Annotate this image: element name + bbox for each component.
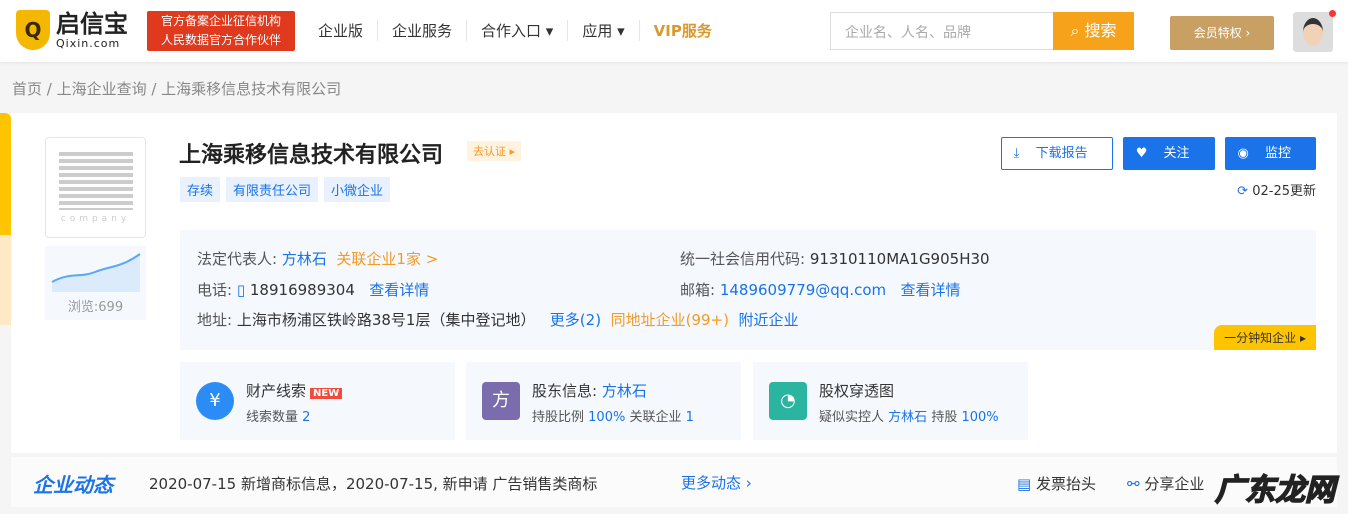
logo[interactable]: Q 启信宝 Qixin.com [16,10,128,50]
company-logo: company [45,137,146,238]
search-input[interactable]: 企业名、人名、品牌 [830,12,1054,50]
company-card: company 浏览:699 上海乘移信息技术有限公司 去认证 ▸ 存续 有限责… [11,113,1337,453]
basic-info: 法定代表人: 方林石 关联企业1家 > 统一社会信用代码: 91310110MA… [180,230,1316,350]
nav-partner[interactable]: 合作入口 ▾ [466,20,567,41]
email-detail-link[interactable]: 查看详情 [900,281,960,299]
nearby-link[interactable]: 附近企业 [739,311,799,329]
shareholder-card[interactable]: 方 股东信息: 方林石 持股比例 100% 关联企业 1 [466,362,741,440]
dynamics-title: 企业动态 [33,473,113,497]
trend-sparkline [51,253,141,292]
property-clues-card[interactable]: ¥ 财产线索 NEW 线索数量 2 [180,362,455,440]
nav-enterprise[interactable]: 企业版 [318,20,377,41]
phone-number: 18916989304 [249,281,355,299]
equity-chart-card[interactable]: ◔ 股权穿透图 疑似实控人 方林石 持股 100% [753,362,1028,440]
update-time[interactable]: ⟳ 02-25更新 [1237,180,1316,199]
same-address-link[interactable]: 同地址企业(99+) [611,311,729,329]
side-tab-2[interactable] [0,235,11,325]
building-icon [58,152,133,210]
share-button[interactable]: ⚯ 分享企业 [1127,473,1204,494]
nav-services[interactable]: 企业服务 [377,20,466,41]
phone-detail-link[interactable]: 查看详情 [369,281,429,299]
nav-vip[interactable]: VIP服务 [638,20,726,41]
download-report-button[interactable]: ⤓ 下载报告 [1000,137,1113,170]
latest-news[interactable]: 2020-07-15 新增商标信息，2020-07-15, 新申请 广告销售类商… [149,473,597,494]
logo-text: 启信宝 [56,9,128,38]
search-button[interactable]: ⌕ 搜索 [1053,12,1134,50]
type-tag: 有限责任公司 [226,177,319,202]
share-icon: ⚯ [1127,475,1140,493]
phone-icon: ▯ [236,281,246,299]
view-count: 浏览:699 [67,300,124,315]
receipt-icon: ▤ [1017,475,1032,493]
logo-domain: Qixin.com [56,36,121,50]
shield-logo-icon: Q [16,10,50,50]
credit-code: 91310110MA1G905H30 [809,250,990,268]
avatar[interactable] [1293,12,1333,52]
search-icon: ⌕ [1070,21,1085,40]
size-tag: 小微企业 [324,177,391,202]
pie-chart-icon: ◔ [769,382,807,420]
shareholder-icon: 方 [482,382,520,420]
monitor-button[interactable]: ◉ 监控 [1224,137,1316,170]
more-address-link[interactable]: 更多(2) [550,311,601,329]
official-badge: 官方备案企业征信机构 人民数据官方合作伙伴 [147,11,295,51]
address: 上海市杨浦区铁岭路38号1层（集中登记地） [236,311,536,329]
follow-button[interactable]: ♥ 关注 [1122,137,1215,170]
status-tag: 存续 [180,177,221,202]
nav-apps[interactable]: 应用 ▾ [567,20,638,41]
legal-rep-link[interactable]: 方林石 [282,250,327,268]
breadcrumb[interactable]: 首页 / 上海企业查询 / 上海乘移信息技术有限公司 [12,78,341,99]
dynamics-bar: 企业动态 2020-07-15 新增商标信息，2020-07-15, 新申请 广… [11,457,1337,507]
one-minute-button[interactable]: 一分钟知企业 ▸ [1214,325,1316,350]
member-button[interactable]: 会员特权 › [1170,16,1274,50]
views-chart: 浏览:699 [45,246,146,320]
email-link[interactable]: 1489609779@qq.com [720,281,886,299]
invoice-button[interactable]: ▤ 发票抬头 [1017,473,1096,494]
refresh-icon: ⟳ [1237,184,1249,199]
yuan-icon: ¥ [196,382,234,420]
top-nav: Q 启信宝 Qixin.com 官方备案企业征信机构 人民数据官方合作伙伴 企业版 … [0,0,1348,62]
more-dynamics-link[interactable]: 更多动态 › [681,472,752,493]
notification-dot [1329,10,1336,17]
company-name: 上海乘移信息技术有限公司 [179,143,444,168]
related-companies-link[interactable]: 关联企业1家 > [336,250,438,268]
watermark: 广东龙网 [1214,472,1336,509]
verify-link[interactable]: 去认证 ▸ [467,141,522,161]
new-badge: NEW [310,388,343,399]
